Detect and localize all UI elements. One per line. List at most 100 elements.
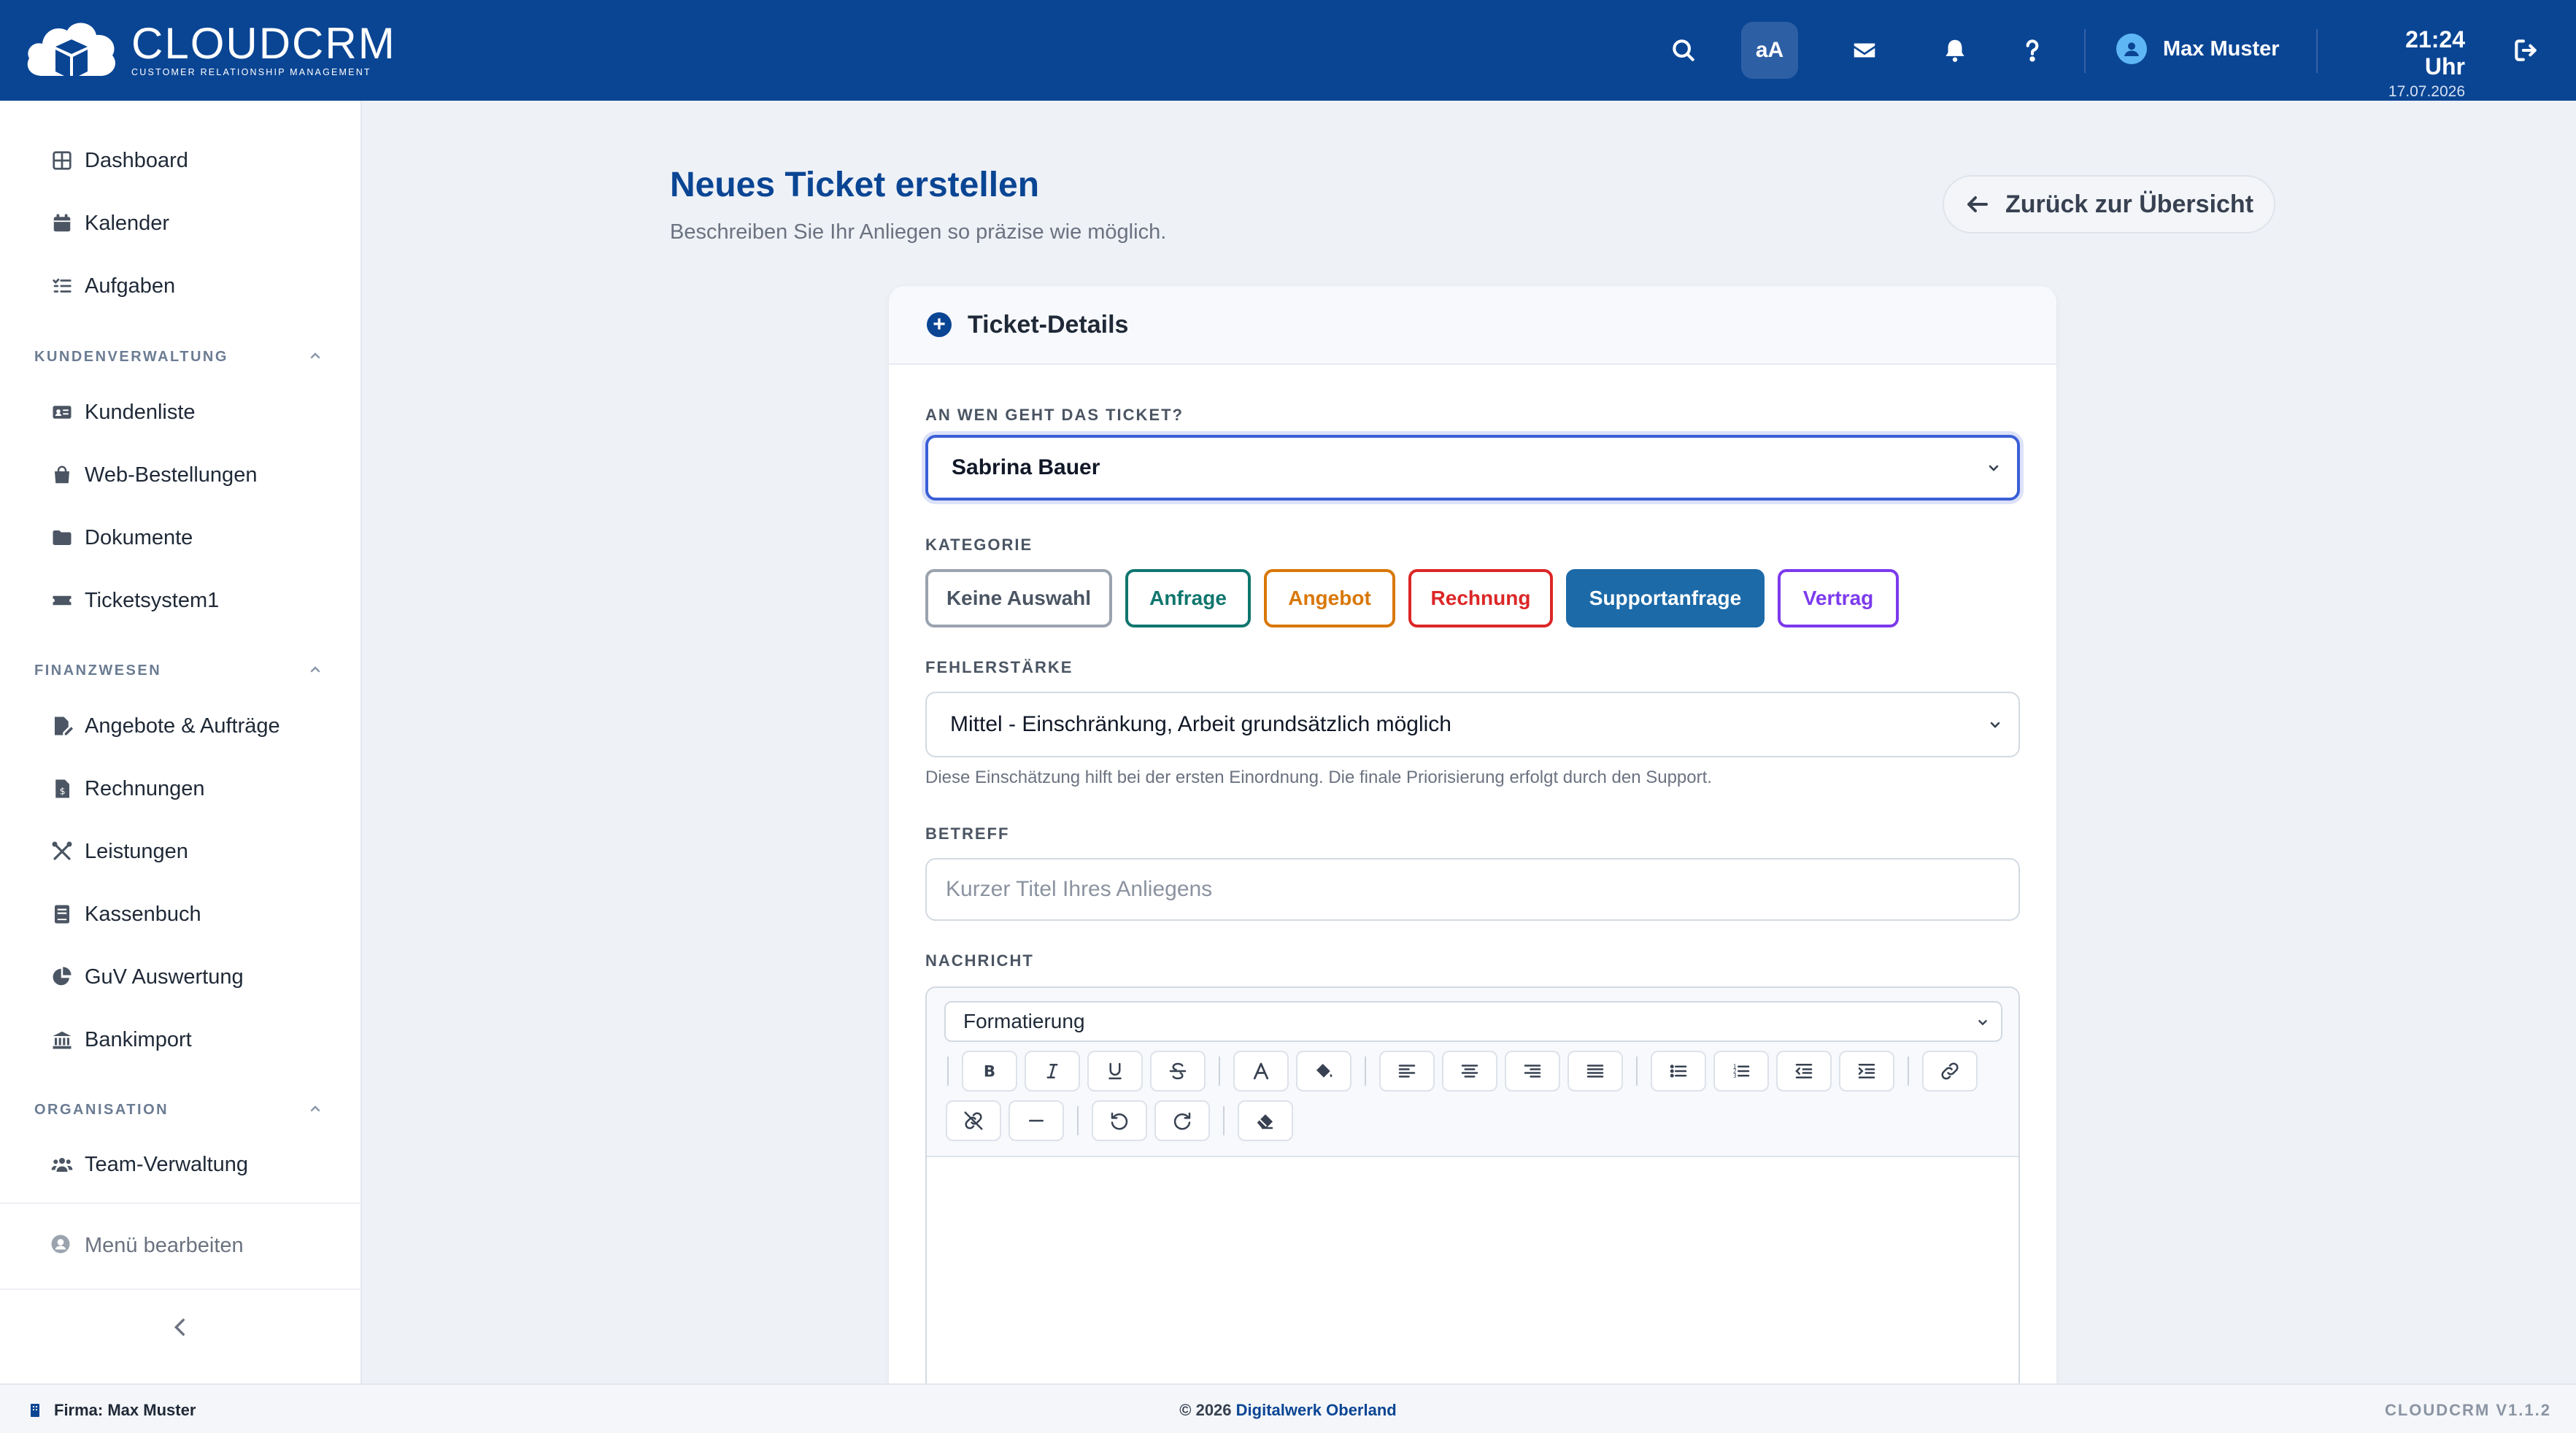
category-supportanfrage[interactable]: Supportanfrage <box>1566 569 1765 627</box>
category-angebot[interactable]: Angebot <box>1264 569 1395 627</box>
sidebar-item-label: Kalender <box>85 211 170 235</box>
sidebar-item-label: Kundenliste <box>85 400 196 424</box>
copyright-text: © 2026 <box>1179 1401 1232 1419</box>
chevron-left-icon[interactable] <box>168 1315 193 1340</box>
sidebar-item-kalender[interactable]: Kalender <box>50 205 169 242</box>
mail-button[interactable] <box>1836 22 1893 79</box>
top-bar: CLOUDCRM CUSTOMER RELATIONSHIP MANAGEMEN… <box>0 0 2576 101</box>
sidebar-item-web-bestellungen[interactable]: Web-Bestellungen <box>50 457 257 493</box>
underline-button[interactable] <box>1087 1051 1143 1092</box>
notifications-button[interactable] <box>1927 22 1983 79</box>
sidebar-item-angebote[interactable]: Angebote & Aufträge <box>50 708 280 744</box>
eraser-icon <box>1257 1114 1273 1129</box>
logo[interactable]: CLOUDCRM CUSTOMER RELATIONSHIP MANAGEMEN… <box>22 13 396 86</box>
calendar-icon <box>50 211 74 236</box>
sidebar-item-guv[interactable]: GuV Auswertung <box>50 959 244 995</box>
message-textarea[interactable] <box>927 1157 2018 1383</box>
back-to-overview-button[interactable]: Zurück zur Übersicht <box>1943 175 2275 233</box>
vendor-link[interactable]: Digitalwerk Oberland <box>1236 1401 1397 1419</box>
svg-text:B: B <box>984 1063 995 1081</box>
sidebar-item-ticketsystem[interactable]: Ticketsystem1 <box>50 582 219 619</box>
sidebar-item-label: Bankimport <box>85 1027 192 1051</box>
chevron-down-icon <box>1990 722 2000 728</box>
logo-title: CLOUDCRM <box>131 19 396 68</box>
sidebar-item-leistungen[interactable]: Leistungen <box>50 833 188 870</box>
help-button[interactable] <box>2004 22 2061 79</box>
clear-format-button[interactable] <box>1238 1100 1293 1141</box>
user-menu[interactable]: Max Muster <box>2116 34 2280 64</box>
unlink-button[interactable] <box>946 1100 1001 1141</box>
recipient-select[interactable]: Sabrina Bauer <box>925 435 2020 501</box>
sidebar: Dashboard Kalender Aufgaben KUNDENVERWAL… <box>0 101 362 1383</box>
indent-button[interactable] <box>1839 1051 1894 1092</box>
bold-icon: B <box>984 1063 995 1081</box>
svg-text:3: 3 <box>1733 1073 1737 1079</box>
toolbar-separator <box>947 1057 949 1086</box>
help-icon <box>2026 39 2039 62</box>
severity-select[interactable]: Mittel - Einschränkung, Arbeit grundsätz… <box>925 692 2020 757</box>
bold-button[interactable]: B <box>962 1051 1017 1092</box>
italic-button[interactable] <box>1025 1051 1080 1092</box>
bullet-list-button[interactable] <box>1651 1051 1706 1092</box>
sidebar-item-dashboard[interactable]: Dashboard <box>50 142 188 179</box>
outdent-button[interactable] <box>1776 1051 1832 1092</box>
align-right-icon <box>1524 1065 1541 1078</box>
arrow-left-icon <box>1967 196 1988 212</box>
sidebar-item-team-verwaltung[interactable]: Team-Verwaltung <box>50 1146 248 1183</box>
numbered-list-icon: 123 <box>1733 1063 1750 1079</box>
format-select-value: Formatierung <box>963 1010 1085 1032</box>
header-divider <box>2084 29 2086 73</box>
toolbar-row-1: B 123 <box>946 1051 1985 1092</box>
align-justify-button[interactable] <box>1567 1051 1623 1092</box>
fill-color-button[interactable] <box>1296 1051 1351 1092</box>
category-rechnung[interactable]: Rechnung <box>1408 569 1553 627</box>
category-options: Keine Auswahl Anfrage Angebot Rechnung S… <box>925 569 1912 627</box>
sidebar-item-kassenbuch[interactable]: Kassenbuch <box>50 896 201 932</box>
strikethrough-button[interactable] <box>1150 1051 1206 1092</box>
sidebar-item-label: Ticketsystem1 <box>85 588 220 612</box>
horizontal-rule-button[interactable] <box>1009 1100 1064 1141</box>
numbered-list-button[interactable]: 123 <box>1713 1051 1769 1092</box>
chevron-up-icon[interactable] <box>306 661 324 679</box>
undo-icon <box>1111 1112 1128 1130</box>
link-button[interactable] <box>1922 1051 1978 1092</box>
format-select[interactable]: Formatierung <box>944 1001 2002 1042</box>
sidebar-item-label: Team-Verwaltung <box>85 1152 249 1176</box>
logout-button[interactable] <box>2497 22 2554 79</box>
sidebar-item-rechnungen[interactable]: $ Rechnungen <box>50 770 204 807</box>
fill-color-icon <box>1316 1064 1333 1078</box>
edit-menu-button[interactable]: Menü bearbeiten <box>50 1233 244 1258</box>
sidebar-item-dokumente[interactable]: Dokumente <box>50 519 193 556</box>
recipient-value: Sabrina Bauer <box>952 455 1100 479</box>
toolbar-separator <box>1908 1057 1909 1086</box>
logout-icon <box>2515 39 2537 61</box>
search-button[interactable] <box>1655 22 1712 79</box>
font-color-button[interactable] <box>1233 1051 1289 1092</box>
align-right-button[interactable] <box>1505 1051 1560 1092</box>
strikethrough-icon <box>1169 1062 1187 1080</box>
redo-button[interactable] <box>1154 1100 1210 1141</box>
align-left-button[interactable] <box>1379 1051 1435 1092</box>
sidebar-item-label: Kassenbuch <box>85 902 201 926</box>
sidebar-item-bankimport[interactable]: Bankimport <box>50 1021 192 1058</box>
svg-text:$: $ <box>60 786 66 797</box>
align-center-button[interactable] <box>1442 1051 1497 1092</box>
subject-input[interactable] <box>925 858 2020 921</box>
horizontal-rule-icon <box>1029 1119 1044 1122</box>
category-anfrage[interactable]: Anfrage <box>1125 569 1251 627</box>
align-justify-icon <box>1586 1065 1604 1078</box>
undo-button[interactable] <box>1092 1100 1147 1141</box>
sidebar-item-label: Rechnungen <box>85 776 205 800</box>
message-label: NACHRICHT <box>925 951 1034 970</box>
sidebar-item-kundenliste[interactable]: Kundenliste <box>50 394 196 430</box>
recipient-label: AN WEN GEHT DAS TICKET? <box>925 406 1184 424</box>
chevron-up-icon[interactable] <box>306 1100 324 1118</box>
font-size-button[interactable]: aA <box>1741 22 1798 79</box>
footer-version: CLOUDCRM V1.1.2 <box>2384 1401 2551 1419</box>
logo-subtitle: CUSTOMER RELATIONSHIP MANAGEMENT <box>131 67 371 77</box>
sidebar-item-aufgaben[interactable]: Aufgaben <box>50 268 175 304</box>
category-keine-auswahl[interactable]: Keine Auswahl <box>925 569 1112 627</box>
chevron-up-icon[interactable] <box>306 347 324 365</box>
subject-label: BETREFF <box>925 824 1010 843</box>
category-vertrag[interactable]: Vertrag <box>1778 569 1899 627</box>
